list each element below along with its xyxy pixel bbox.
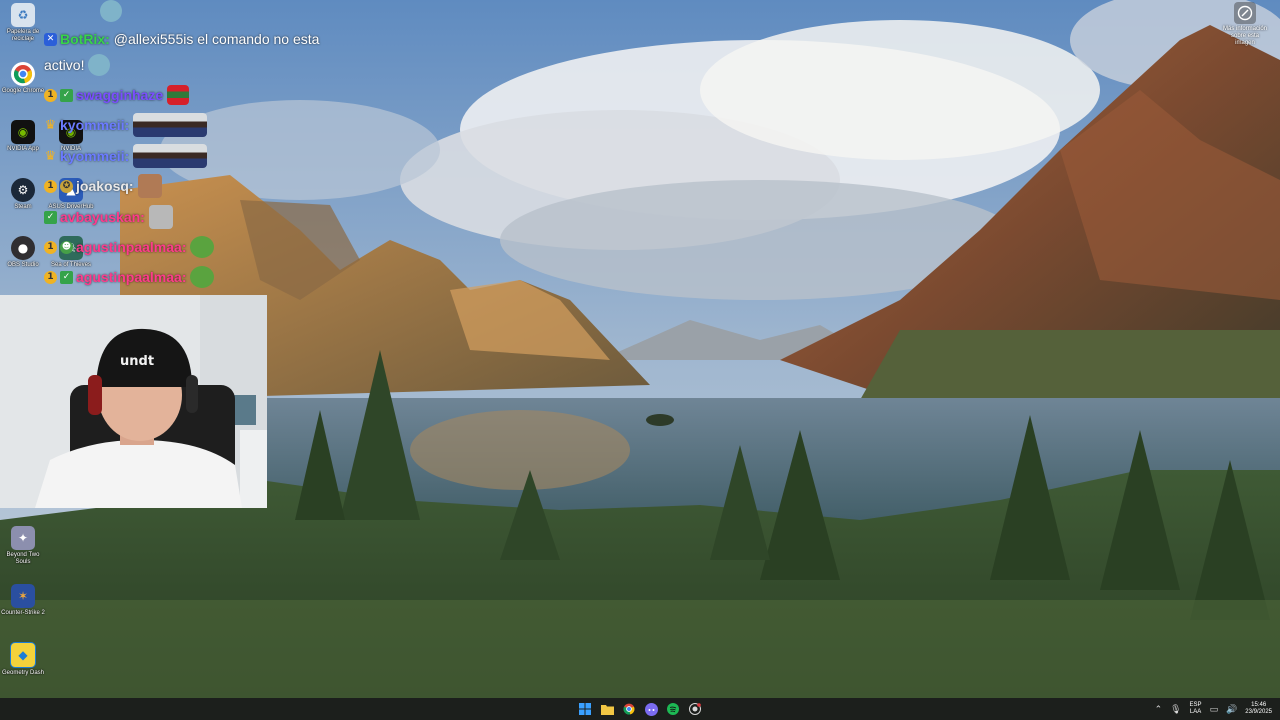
language-indicator[interactable]: ESP LAA [1190, 702, 1202, 716]
desktop-icon-label: Papelera de reciclaje [6, 29, 40, 42]
chat-username: BotRix: [60, 31, 110, 47]
emote-blue-face-icon [100, 0, 122, 22]
svg-text:undt: undt [120, 354, 154, 369]
desktop-icon-label: Counter-Strike 2 [1, 610, 45, 616]
desktop-icon-recycle-bin[interactable]: ♻ Papelera de reciclaje [0, 3, 46, 43]
chat-username: avbayuskan: [60, 209, 145, 225]
desktop-icon-steam[interactable]: ⚙ Steam [0, 178, 46, 211]
chat-username: agustinpaalmaa: [76, 239, 187, 255]
system-tray: ⌃ 🎙 ESP LAA ▭ 🔊 15:46 23/9/2025 [1155, 698, 1272, 720]
spotify-button[interactable] [665, 701, 681, 717]
display-icon[interactable]: ▭ [1210, 704, 1219, 715]
emote-cat-icon [148, 205, 173, 229]
language-code: ESP [1189, 702, 1202, 708]
desktop-icon-geometry-dash[interactable]: ◆ Geometry Dash [0, 642, 46, 677]
start-button[interactable] [577, 701, 593, 717]
desktop-icon-label: Beyond Two Souls [6, 552, 40, 565]
stream-chat-overlay: ✕ BotRix: @allexi555is el comando no est… [44, 0, 374, 296]
geometry-dash-icon: ◆ [10, 642, 36, 668]
desktop-icon-label: Steam [14, 204, 32, 210]
microphone-icon[interactable]: 🎙 [1170, 704, 1181, 715]
recycle-bin-icon: ♻ [11, 3, 35, 27]
clock-time: 15:46 [1251, 702, 1267, 708]
file-explorer-button[interactable] [599, 701, 615, 717]
clock-date: 23/9/2025 [1245, 709, 1272, 715]
subscriber-badge-icon: 1 [44, 270, 57, 284]
beyond-two-souls-icon: ✦ [11, 526, 35, 550]
nvidia-icon: ◉ [11, 120, 35, 144]
chat-username: kyommeii: [60, 117, 130, 133]
discord-icon [644, 702, 658, 716]
desktop-icon-obs-studio[interactable]: ● OBS Studio [0, 236, 46, 269]
emote-pepe-icon [190, 236, 215, 258]
emote-face-icon [137, 174, 162, 198]
emote-blue-face-icon [88, 54, 111, 76]
chat-username: joakosq: [76, 178, 134, 194]
chevron-up-icon[interactable]: ⌃ [1155, 704, 1163, 715]
bot-badge-icon: ✕ [44, 32, 57, 46]
learn-about-image-icon-button[interactable]: Más información sobre esta imagen [1222, 2, 1268, 47]
volume-icon[interactable]: 🔊 [1226, 704, 1237, 715]
crown-badge-icon: ♛ [44, 117, 57, 133]
chat-message-text: activo! [44, 57, 85, 73]
webcam-overlay: undt [0, 295, 267, 508]
green-badge-icon: ✓ [60, 88, 73, 102]
desktop-icon-counter-strike-2[interactable]: ✶ Counter-Strike 2 [0, 584, 46, 617]
taskbar-apps [577, 698, 703, 720]
emote-photo-icon [133, 113, 208, 137]
chat-message-text: @allexi555is el comando no esta [113, 31, 320, 47]
emote-pepe-icon [190, 266, 215, 288]
desktop-icon-beyond-two-souls[interactable]: ✦ Beyond Two Souls [0, 526, 46, 566]
chat-message: ♛ kyommeii: [44, 113, 208, 137]
emote-flag-icon [167, 85, 190, 105]
subscriber-badge-icon: 1 [44, 240, 57, 254]
subscriber-badge-icon: 1 [44, 179, 57, 193]
record-icon [689, 703, 701, 715]
subscriber-badge-icon: 1 [44, 88, 57, 102]
windows-icon [579, 703, 591, 715]
frog-badge-icon: ☻ [60, 240, 73, 254]
obs-icon: ● [11, 236, 35, 260]
chat-message: ✓ avbayuskan: [44, 205, 173, 229]
chat-message: 1 ☻ agustinpaalmaa: [44, 236, 215, 258]
taskbar: ⌃ 🎙 ESP LAA ▭ 🔊 15:46 23/9/2025 [0, 698, 1280, 720]
discord-button[interactable] [643, 701, 659, 717]
steam-icon: ⚙ [11, 178, 35, 202]
green-badge-icon: ✓ [44, 210, 57, 224]
desktop-icon-nvidia-app[interactable]: ◉ NVIDIA App [0, 120, 46, 153]
obs-button[interactable] [687, 701, 703, 717]
chat-username: agustinpaalmaa: [76, 269, 187, 285]
desktop-icon-label: Google Chrome [1, 88, 45, 94]
desktop-icon-chrome[interactable]: Google Chrome [0, 62, 46, 95]
chat-message: 1 ✪ joakosq: [44, 174, 162, 198]
spotify-icon [667, 703, 679, 715]
chat-message: activo! [44, 54, 111, 76]
chat-message: 1 ✓ agustinpaalmaa: [44, 266, 215, 288]
medal-badge-icon: ✪ [60, 179, 73, 193]
chrome-icon [11, 62, 35, 86]
chrome-icon [623, 703, 635, 715]
clock[interactable]: 15:46 23/9/2025 [1245, 702, 1272, 716]
desktop-icon-label: OBS Studio [7, 262, 39, 268]
crown-badge-icon: ♛ [44, 148, 57, 164]
emote-photo-icon [133, 144, 208, 168]
chat-message: ♛ kyommeii: [44, 144, 208, 168]
folder-icon [600, 704, 614, 715]
chat-message: ✕ BotRix: @allexi555is el comando no est… [44, 28, 319, 50]
keyboard-layout: LAA [1189, 709, 1202, 715]
chat-username: kyommeii: [60, 148, 130, 164]
info-circle-icon [1234, 2, 1256, 24]
counter-strike-icon: ✶ [11, 584, 35, 608]
chat-username: swagginhaze [76, 87, 164, 103]
desktop-icon-label: Geometry Dash [1, 670, 44, 676]
chrome-button[interactable] [621, 701, 637, 717]
desktop-icon-label: NVIDIA App [7, 146, 39, 152]
green-badge-icon: ✓ [60, 270, 73, 284]
chat-message: 1 ✓ swagginhaze [44, 84, 190, 106]
learn-about-image-label: Más información sobre esta imagen [1222, 26, 1267, 46]
